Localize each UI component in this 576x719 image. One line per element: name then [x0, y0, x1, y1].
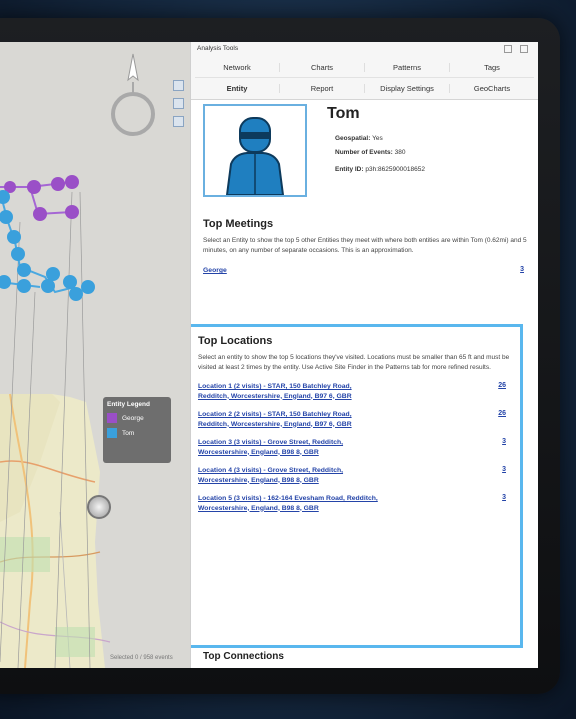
top-locations-description: Select an entity to show the top 5 locat… — [198, 354, 510, 371]
events-label: Number of Events: — [335, 149, 393, 156]
geospatial-value: Yes — [372, 135, 383, 142]
pan-control-icon[interactable] — [87, 495, 111, 519]
legend-label: George — [122, 414, 144, 422]
meeting-count[interactable]: 3 — [520, 266, 528, 273]
person-icon — [107, 428, 117, 438]
location-link[interactable]: Location 5 (3 visits) - 162-164 Evesham … — [198, 494, 378, 513]
tab-geocharts[interactable]: GeoCharts — [450, 84, 534, 93]
entity-id-label: Entity ID: — [335, 166, 364, 173]
location-count[interactable]: 26 — [498, 382, 510, 401]
legend-label: Tom — [122, 429, 135, 437]
location-row: Location 5 (3 visits) - 162-164 Evesham … — [198, 494, 510, 513]
window-controls — [504, 45, 528, 53]
grid-icon[interactable] — [173, 98, 184, 109]
layer-icon[interactable] — [173, 80, 184, 91]
map-terrain — [0, 42, 190, 668]
top-meetings-title: Top Meetings — [203, 218, 274, 230]
entity-details: Tom Geospatial: Yes Number of Events: 38… — [191, 100, 538, 667]
person-icon — [107, 413, 117, 423]
meeting-link[interactable]: George — [203, 266, 227, 276]
events-value: 380 — [394, 149, 406, 156]
minimize-icon[interactable] — [504, 45, 512, 53]
location-row: Location 3 (3 visits) - Grove Street, Re… — [198, 438, 510, 457]
legend-title: Entity Legend — [107, 401, 150, 408]
top-locations-title: Top Locations — [198, 335, 273, 347]
map-view[interactable]: Entity Legend George Tom Selected 0 / 95… — [0, 42, 190, 668]
person-avatar-icon — [225, 117, 285, 196]
map-status: Selected 0 / 958 events — [110, 655, 173, 661]
tab-network[interactable]: Network — [195, 62, 280, 72]
entity-photo — [203, 104, 307, 197]
entity-name: Tom — [327, 105, 360, 122]
location-count[interactable]: 3 — [502, 438, 510, 457]
entity-meta: Geospatial: Yes Number of Events: 380 En… — [335, 132, 425, 177]
compass-icon[interactable] — [108, 52, 158, 142]
tab-patterns[interactable]: Patterns — [365, 62, 450, 72]
top-connections-title: Top Connections — [203, 651, 284, 662]
location-row: Location 4 (3 visits) - Grove Street, Re… — [198, 466, 510, 485]
location-link[interactable]: Location 1 (2 visits) - STAR, 150 Batchl… — [198, 382, 378, 401]
location-row: Location 2 (2 visits) - STAR, 150 Batchl… — [198, 410, 510, 429]
export-icon[interactable] — [173, 116, 184, 127]
location-count[interactable]: 3 — [502, 466, 510, 485]
meeting-row: George 3 — [203, 266, 528, 276]
panel-title: Analysis Tools — [197, 45, 239, 52]
analysis-tools-panel: Analysis Tools Network Charts Patterns T… — [190, 42, 538, 668]
location-link[interactable]: Location 4 (3 visits) - Grove Street, Re… — [198, 466, 378, 485]
legend-item-tom[interactable]: Tom — [107, 428, 167, 438]
location-count[interactable]: 3 — [502, 494, 510, 513]
location-count[interactable]: 26 — [498, 410, 510, 429]
location-link[interactable]: Location 3 (3 visits) - Grove Street, Re… — [198, 438, 378, 457]
tab-charts[interactable]: Charts — [280, 62, 365, 72]
tab-report[interactable]: Report — [280, 84, 365, 93]
legend-item-george[interactable]: George — [107, 413, 167, 423]
entity-id-value: p3h:8625900018652 — [365, 166, 425, 173]
top-locations-section: Top Locations Select an entity to show t… — [191, 324, 523, 648]
app-screen: Entity Legend George Tom Selected 0 / 95… — [0, 42, 538, 668]
tab-row-2: Entity Report Display Settings GeoCharts — [195, 78, 534, 99]
entity-header: Tom Geospatial: Yes Number of Events: 38… — [203, 100, 528, 200]
entity-legend: Entity Legend George Tom — [103, 397, 171, 463]
geospatial-label: Geospatial: — [335, 135, 371, 142]
tab-display-settings[interactable]: Display Settings — [365, 84, 450, 93]
location-row: Location 1 (2 visits) - STAR, 150 Batchl… — [198, 382, 510, 401]
tab-tags[interactable]: Tags — [450, 63, 534, 72]
tab-bar: Network Charts Patterns Tags Entity Repo… — [191, 57, 538, 100]
tab-row-1: Network Charts Patterns Tags — [195, 57, 534, 78]
close-icon[interactable] — [520, 45, 528, 53]
panel-title-bar: Analysis Tools — [191, 42, 538, 57]
tab-entity[interactable]: Entity — [195, 84, 280, 93]
map-toolbar — [173, 80, 187, 134]
location-link[interactable]: Location 2 (2 visits) - STAR, 150 Batchl… — [198, 410, 378, 429]
top-meetings-description: Select an Entity to show the top 5 other… — [203, 237, 527, 254]
